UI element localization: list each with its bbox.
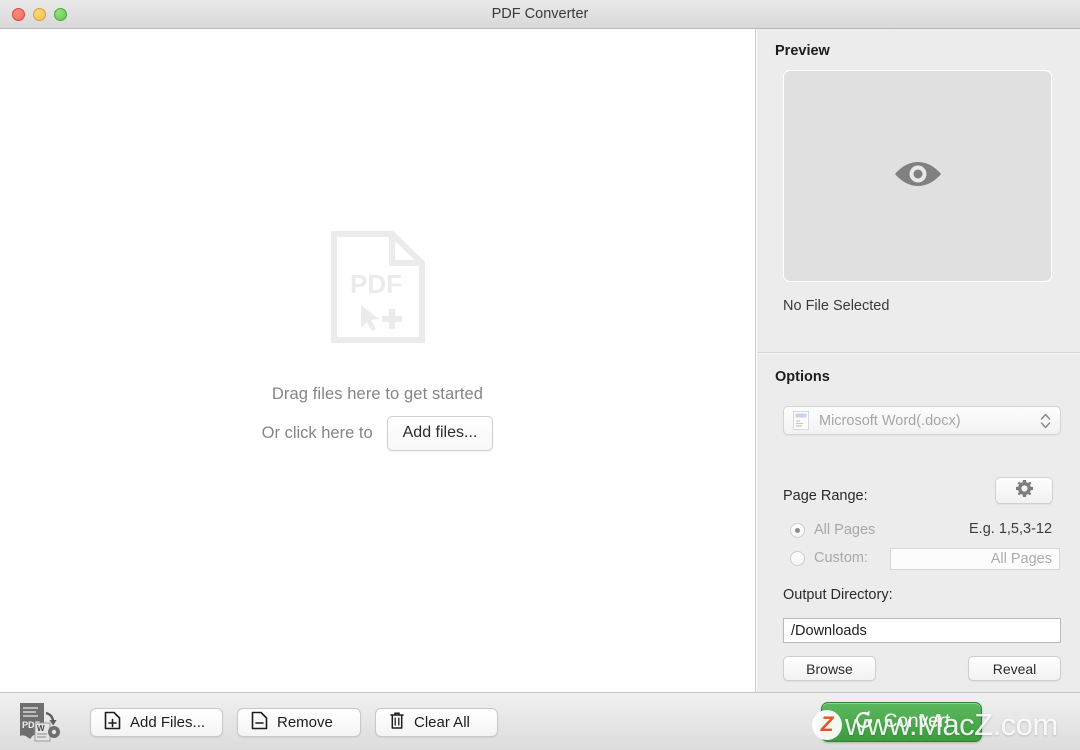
pdf-converter-window: PDF Converter PDF Drag files here to get… (0, 0, 1080, 750)
radio-all-pages[interactable]: All Pages (790, 522, 875, 538)
output-directory-input[interactable]: /Downloads (783, 618, 1061, 643)
document-minus-icon (251, 711, 268, 734)
convert-button-label: Convert (883, 711, 951, 732)
trash-icon (389, 711, 405, 734)
window-title: PDF Converter (491, 6, 589, 22)
eye-icon (892, 159, 944, 194)
drop-hint-secondary-row: Or click here to Add files... (261, 415, 494, 451)
radio-custom-label: Custom: (814, 550, 868, 566)
drop-zone[interactable]: PDF Drag files here to get started Or cl… (0, 29, 755, 692)
remove-button[interactable]: Remove (237, 708, 361, 737)
reveal-button[interactable]: Reveal (968, 656, 1061, 681)
right-sidebar: Preview No File Selected Options Apply t… (757, 29, 1080, 692)
sidebar-divider (757, 352, 1080, 353)
preview-section-title: Preview (775, 43, 830, 59)
word-document-icon (793, 411, 809, 430)
preview-status: No File Selected (783, 298, 890, 314)
browse-button[interactable]: Browse (783, 656, 876, 681)
page-range-label: Page Range: (783, 488, 868, 504)
chevron-updown-icon[interactable] (1035, 406, 1055, 435)
clear-all-button[interactable]: Clear All (375, 708, 498, 737)
custom-page-range-input[interactable]: All Pages (890, 548, 1060, 570)
page-range-example-hint: E.g. 1,5,3-12 (969, 521, 1053, 537)
svg-text:W: W (37, 724, 45, 733)
output-format-dropdown[interactable]: Microsoft Word(.docx) (783, 406, 1061, 435)
add-files-button[interactable]: Add Files... (90, 708, 223, 737)
radio-all-pages-label: All Pages (814, 522, 876, 538)
file-list-area: PDF Drag files here to get started Or cl… (0, 29, 756, 692)
output-directory-value: /Downloads (791, 622, 867, 639)
custom-page-range-placeholder: All Pages (990, 551, 1052, 567)
options-section-title: Options (775, 369, 830, 385)
pdf-placeholder-icon: PDF (330, 230, 426, 343)
svg-text:PDF: PDF (350, 269, 402, 299)
radio-custom[interactable]: Custom: (790, 550, 868, 566)
gear-icon (1015, 479, 1034, 503)
add-files-button-label: Add Files... (130, 714, 206, 731)
remove-button-label: Remove (277, 714, 333, 731)
title-bar: PDF Converter (0, 0, 1080, 29)
format-settings-button[interactable] (995, 477, 1053, 504)
preview-thumbnail[interactable] (783, 70, 1052, 282)
radio-custom-button (790, 550, 805, 566)
refresh-icon (853, 709, 875, 736)
output-format-value: Microsoft Word(.docx) (819, 412, 961, 429)
clear-all-button-label: Clear All (414, 714, 470, 731)
convert-button[interactable]: Convert (821, 702, 982, 742)
radio-all-pages-button (790, 522, 805, 538)
drop-hint-secondary: Or click here to (261, 423, 373, 442)
drop-hint-primary: Drag files here to get started (271, 384, 484, 403)
pdf-to-word-app-icon: PDF W (17, 701, 61, 743)
output-directory-label: Output Directory: (783, 587, 893, 603)
add-files-inline-button[interactable]: Add files... (386, 415, 494, 451)
document-plus-icon (104, 711, 121, 734)
